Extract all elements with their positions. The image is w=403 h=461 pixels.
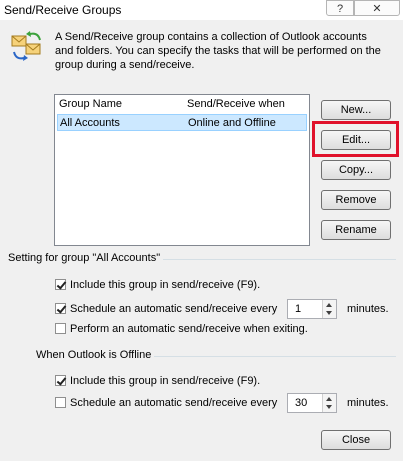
column-header-group-name[interactable]: Group Name [59,98,122,110]
window-title: Send/Receive Groups [4,3,122,17]
offline-interval-spinner[interactable]: 30 [287,393,337,413]
schedule-online-checkbox[interactable] [55,303,66,314]
offline-group-label: When Outlook is Offline [36,349,155,361]
on-exit-checkbox[interactable] [55,323,66,334]
include-offline-checkbox[interactable] [55,375,66,386]
list-header: Group Name Send/Receive when [55,95,309,115]
schedule-online-row[interactable]: Schedule an automatic send/receive every [55,303,277,315]
offline-interval-unit: minutes. [347,397,389,409]
offline-interval-arrows[interactable] [322,394,336,412]
online-group-label: Setting for group "All Accounts" [8,252,164,264]
close-window-button[interactable]: ✕ [354,0,400,16]
dialog-description: A Send/Receive group contains a collecti… [55,31,381,71]
offline-interval-value[interactable]: 30 [295,397,307,409]
schedule-offline-label: Schedule an automatic send/receive every [70,397,278,409]
groups-list[interactable]: Group Name Send/Receive when All Account… [54,94,310,246]
rename-button[interactable]: Rename [321,220,391,240]
online-interval-spinner[interactable]: 1 [287,299,337,319]
online-interval-arrows[interactable] [322,300,336,318]
schedule-offline-row[interactable]: Schedule an automatic send/receive every [55,397,277,409]
spin-down-icon[interactable] [326,405,332,409]
row-send-receive-when: Online and Offline [188,117,276,129]
row-group-name: All Accounts [60,117,120,129]
edit-button-highlight [312,121,399,157]
remove-button[interactable]: Remove [321,190,391,210]
include-online-checkbox[interactable] [55,279,66,290]
include-offline-label: Include this group in send/receive (F9). [70,375,261,387]
include-online-label: Include this group in send/receive (F9). [70,279,261,291]
spin-down-icon[interactable] [326,311,332,315]
include-online-row[interactable]: Include this group in send/receive (F9). [55,279,260,291]
on-exit-row[interactable]: Perform an automatic send/receive when e… [55,323,308,335]
spin-up-icon[interactable] [326,397,332,401]
include-offline-row[interactable]: Include this group in send/receive (F9). [55,375,260,387]
new-button[interactable]: New... [321,100,391,120]
help-button[interactable]: ? [326,0,354,16]
column-header-send-receive-when[interactable]: Send/Receive when [187,98,285,110]
online-interval-unit: minutes. [347,303,389,315]
send-receive-groups-icon [10,30,44,64]
schedule-offline-checkbox[interactable] [55,397,66,408]
spin-up-icon[interactable] [326,303,332,307]
title-bar: Send/Receive Groups ? ✕ [0,0,403,20]
copy-button[interactable]: Copy... [321,160,391,180]
on-exit-label: Perform an automatic send/receive when e… [70,323,308,335]
close-button[interactable]: Close [321,430,391,450]
list-row[interactable]: All Accounts Online and Offline [57,114,307,131]
online-interval-value[interactable]: 1 [295,303,301,315]
schedule-online-label: Schedule an automatic send/receive every [70,303,278,315]
